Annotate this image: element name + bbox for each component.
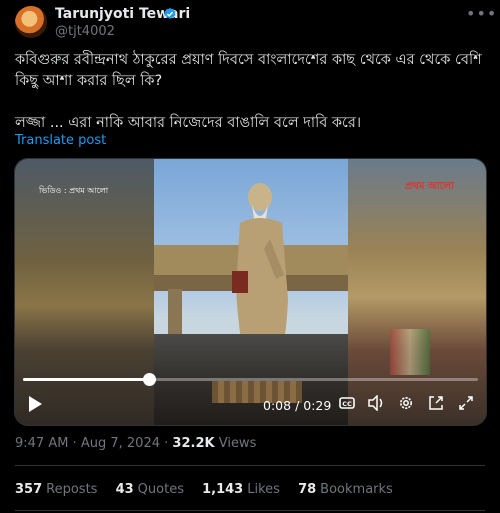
duration: 0:29 <box>303 398 332 413</box>
divider <box>15 465 485 466</box>
likes-count: 1,143 <box>202 482 244 497</box>
video-progress-bar[interactable] <box>23 378 478 381</box>
reposts-count: 357 <box>15 482 43 497</box>
post-card: Tarunjyoti Tewari @tjt4002 ••• কবিগুরুর … <box>0 0 500 513</box>
svg-text:CC: CC <box>342 400 352 408</box>
video-controls: 0:08 / 0:29 CC <box>15 393 486 419</box>
more-options-icon[interactable]: ••• <box>466 4 497 23</box>
meta-separator: · <box>72 436 77 451</box>
quotes-count: 43 <box>115 482 134 497</box>
video-blur-left <box>15 159 154 425</box>
quotes-label: Quotes <box>137 482 184 497</box>
cc-icon[interactable]: CC <box>339 395 355 411</box>
video-player[interactable]: ভিডিও : প্রথম আলো প্রথম আলো 0:08 / 0:29 … <box>14 158 487 426</box>
play-icon[interactable] <box>27 395 43 413</box>
avatar[interactable] <box>15 6 47 38</box>
video-progress-fill <box>23 378 149 381</box>
bookmarks-stat[interactable]: 78 Bookmarks <box>298 482 393 497</box>
fullscreen-icon[interactable] <box>458 395 474 411</box>
post-date[interactable]: Aug 7, 2024 <box>81 436 160 451</box>
post-text-line: কবিগুরুর রবীন্দ্রনাথ ঠাকুরের প্রয়াণ দিব… <box>15 52 482 89</box>
settings-icon[interactable] <box>398 395 414 411</box>
views-count: 32.2K <box>172 436 215 451</box>
current-time: 0:08 <box>263 398 292 413</box>
video-frame <box>154 159 348 425</box>
likes-label: Likes <box>247 482 280 497</box>
reposts-stat[interactable]: 357 Reposts <box>15 482 97 497</box>
likes-stat[interactable]: 1,143 Likes <box>202 482 280 497</box>
quotes-stat[interactable]: 43 Quotes <box>116 482 184 497</box>
reposts-label: Reposts <box>46 482 98 497</box>
post-text-line: লজ্জা ... এরা নাকি আবার নিজেদের বাঙালি ব… <box>15 115 362 131</box>
video-brand-logo: প্রথম আলো <box>405 181 455 192</box>
bookmarks-count: 78 <box>298 482 317 497</box>
author-handle[interactable]: @tjt4002 <box>55 24 115 39</box>
video-time: 0:08 / 0:29 <box>263 398 331 413</box>
meta-separator: · <box>164 436 169 451</box>
divider <box>15 510 485 511</box>
post-text: কবিগুরুর রবীন্দ্রনাথ ঠাকুরের প্রয়াণ দিব… <box>15 50 485 134</box>
video-blur-right <box>348 159 486 425</box>
video-credit-text: ভিডিও : প্রথম আলো <box>39 186 109 195</box>
popout-icon[interactable] <box>428 395 444 411</box>
engagement-stats: 357 Reposts 43 Quotes 1,143 Likes 78 Bookmar… <box>15 482 407 497</box>
bookmarks-label: Bookmarks <box>320 482 393 497</box>
verified-badge-icon <box>164 7 176 19</box>
views-label: Views <box>218 436 257 451</box>
translate-post-link[interactable]: Translate post <box>15 133 106 148</box>
post-time[interactable]: 9:47 AM <box>15 436 68 451</box>
volume-icon[interactable] <box>368 395 386 411</box>
post-meta: 9:47 AM · Aug 7, 2024 · 32.2K Views <box>15 436 256 451</box>
video-progress-knob[interactable] <box>142 373 156 386</box>
